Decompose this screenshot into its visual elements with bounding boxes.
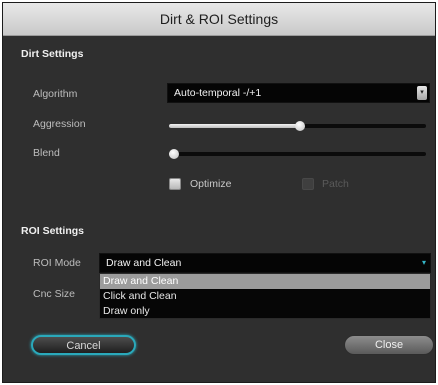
roi-mode-option-draw-and-clean[interactable]: Draw and Clean — [100, 274, 430, 289]
roi-settings-heading: ROI Settings — [21, 225, 85, 237]
roi-mode-value: Draw and Clean — [106, 257, 182, 269]
aggression-slider[interactable] — [169, 121, 426, 131]
settings-dialog: Dirt & ROI Settings Dirt Settings Algori… — [2, 2, 436, 383]
cancel-button[interactable]: Cancel — [31, 335, 136, 355]
cnc-size-label: Cnc Size — [33, 288, 76, 300]
patch-label: Patch — [322, 178, 349, 190]
algorithm-label: Algorithm — [33, 88, 78, 100]
window-title: Dirt & ROI Settings — [159, 11, 279, 27]
select-arrow-icon: ▾ — [417, 86, 427, 100]
blend-slider[interactable] — [169, 149, 426, 159]
title-bar[interactable]: Dirt & ROI Settings — [3, 3, 435, 36]
blend-label: Blend — [33, 147, 60, 159]
blend-slider-knob[interactable] — [169, 149, 180, 159]
dirt-settings-heading: Dirt Settings — [21, 48, 84, 60]
algorithm-select[interactable]: Auto-temporal -/+1 ▾ — [167, 83, 430, 103]
chevron-down-icon: ▾ — [421, 258, 426, 267]
patch-checkbox — [302, 178, 314, 190]
roi-mode-select[interactable]: Draw and Clean ▾ — [99, 253, 431, 273]
optimize-label: Optimize — [190, 178, 232, 190]
roi-mode-option-draw-only[interactable]: Draw only — [100, 304, 260, 319]
aggression-slider-fill — [169, 124, 301, 128]
roi-mode-option-click-and-clean[interactable]: Click and Clean — [100, 289, 260, 304]
algorithm-value: Auto-temporal -/+1 — [174, 87, 262, 99]
roi-mode-dropdown-list: Draw and Clean Click and Clean Draw only — [99, 273, 431, 319]
roi-mode-label: ROI Mode — [33, 257, 81, 269]
optimize-checkbox[interactable] — [169, 178, 181, 190]
close-button[interactable]: Close — [344, 335, 434, 355]
aggression-slider-knob[interactable] — [295, 121, 306, 131]
aggression-label: Aggression — [33, 118, 86, 130]
